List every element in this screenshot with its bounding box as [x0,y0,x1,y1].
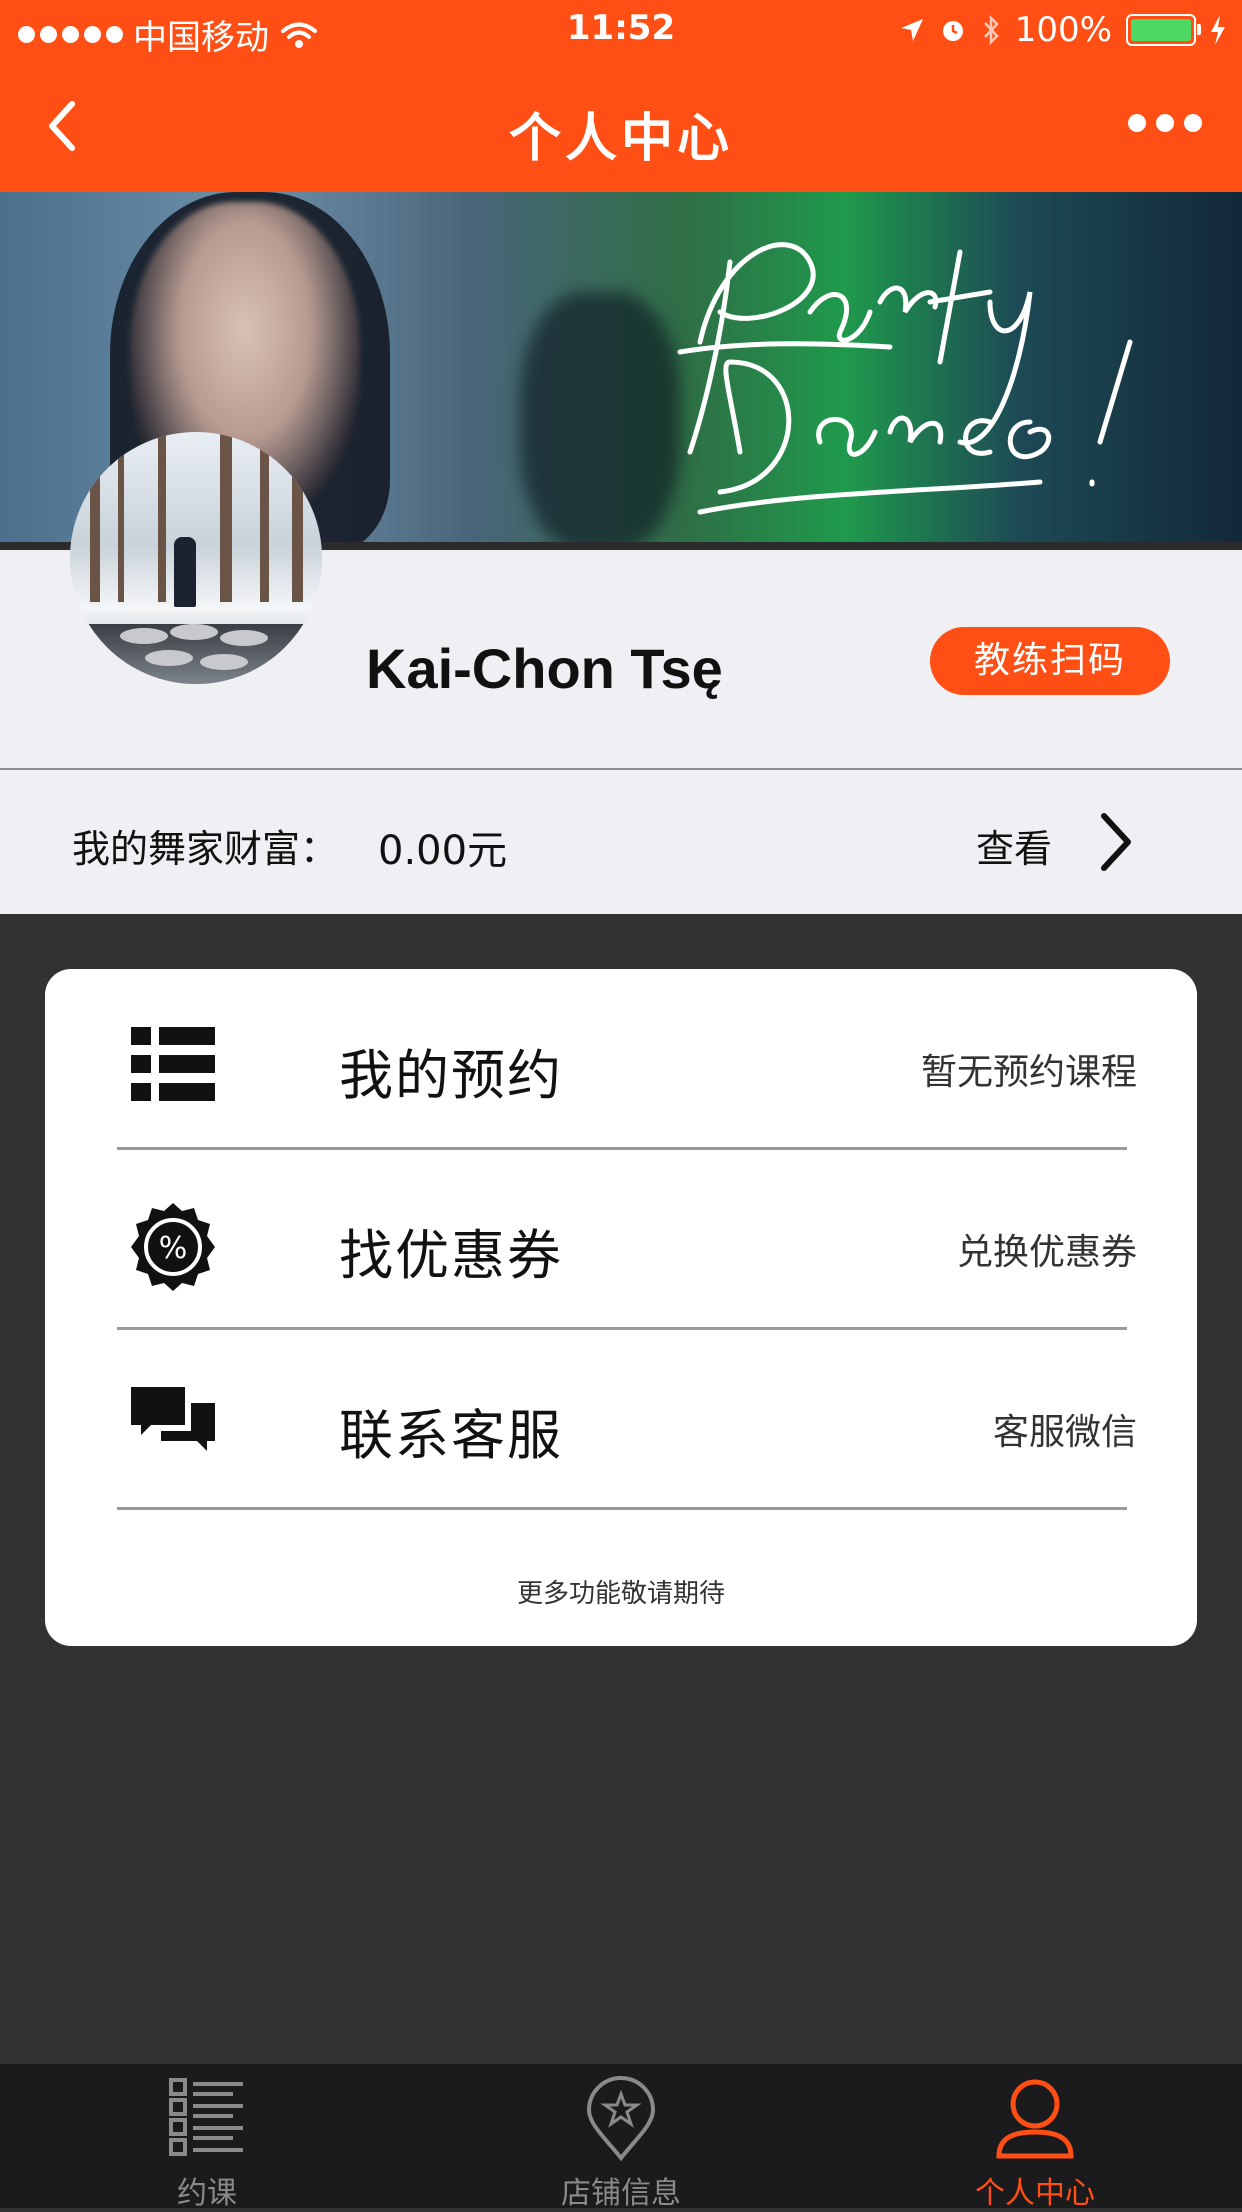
avatar-tree [118,432,124,602]
status-right: 100% [899,10,1226,50]
avatar-person [174,537,196,607]
menu-item-coupons[interactable]: % 找优惠券 兑换优惠券 [117,1149,1137,1330]
coupon-percent-icon: % [131,1203,215,1291]
avatar-tree [158,432,166,602]
more-features-note: 更多功能敬请期待 [516,1579,725,1609]
location-arrow-icon [900,19,923,41]
charging-bolt-icon [1211,15,1225,45]
schedule-list-icon [169,2078,243,2156]
menu-item-subtitle: 暂无预约课程 [920,1052,1137,1093]
avatar-tree [260,432,269,602]
tab-label: 约课 [177,2176,237,2211]
battery-icon [1126,14,1201,46]
menu-item-customer-service[interactable]: 联系客服 客服微信 [117,1329,1137,1510]
wealth-value: 0.00元 [378,828,508,874]
tab-label: 个人中心 [975,2176,1095,2211]
menu-item-subtitle: 兑换优惠券 [956,1232,1137,1273]
avatar-stone [220,630,268,646]
bluetooth-icon [983,14,999,46]
chat-bubbles-icon [131,1387,215,1451]
avatar-stone [170,624,218,640]
menu-item-title: 联系客服 [339,1404,563,1467]
menu-card: 我的预约 暂无预约课程 % 找优惠券 兑换优惠券 联系客服 客服微信 更多功能敬… [45,969,1197,1646]
avatar-tree [220,432,232,602]
banner-dancer [520,292,680,550]
username: Kai-Chon Tsę [366,637,723,700]
svg-text:%: % [159,1231,188,1266]
view-wealth-link[interactable]: 查看 [976,818,1052,873]
tab-bar: 约课 店铺信息 个人中心 [0,2064,1242,2211]
tab-store-info[interactable]: 店铺信息 [414,2064,828,2211]
menu-item-appointments[interactable]: 我的预约 暂无预约课程 [117,969,1137,1150]
avatar[interactable] [70,432,322,684]
tab-label: 店铺信息 [561,2176,681,2211]
more-dots-icon[interactable] [1128,114,1202,132]
status-bar: 中国移动 11:52 100% [0,0,1242,62]
avatar-stone [145,650,193,666]
avatar-stone [120,628,168,644]
banner-script-logo [677,242,1133,515]
store-location-icon [586,2076,656,2162]
user-icon [996,2079,1074,2159]
avatar-tree [90,432,100,602]
menu-item-title: 找优惠券 [339,1224,563,1287]
battery-percent: 100% [1014,10,1112,50]
wealth-label: 我的舞家财富： [72,827,339,871]
avatar-tree [292,432,303,602]
tab-profile[interactable]: 个人中心 [828,2064,1242,2211]
menu-item-title: 我的预约 [339,1044,563,1107]
list-icon [131,1027,215,1101]
page-title: 个人中心 [508,109,733,169]
coach-scan-button[interactable]: 教练扫码 [930,627,1170,695]
avatar-stone [200,654,248,670]
chevron-right-icon[interactable] [1094,810,1138,874]
tab-schedule[interactable]: 约课 [0,2064,414,2211]
wealth-row[interactable]: 我的舞家财富： 0.00元 查看 [0,770,1242,914]
alarm-icon [942,21,963,41]
navigation-bar: 个人中心 [0,62,1242,192]
menu-item-subtitle: 客服微信 [992,1412,1137,1453]
